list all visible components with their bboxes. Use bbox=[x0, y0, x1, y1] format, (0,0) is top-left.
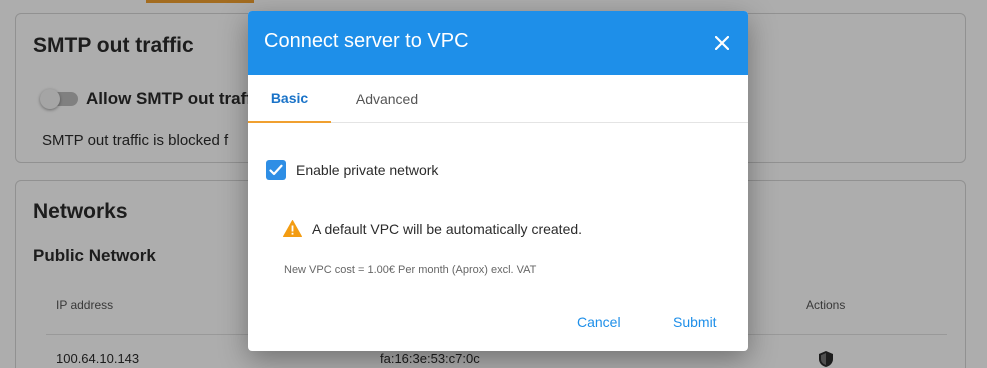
vpc-warning: A default VPC will be automatically crea… bbox=[283, 220, 582, 237]
warning-icon bbox=[283, 220, 302, 237]
private-network-checkbox[interactable] bbox=[266, 160, 286, 180]
tab-basic[interactable]: Basic bbox=[248, 75, 331, 123]
private-network-label[interactable]: Enable private network bbox=[296, 162, 438, 178]
submit-button[interactable]: Submit bbox=[673, 314, 717, 330]
private-network-option: Enable private network bbox=[266, 160, 438, 180]
vpc-cost-note: New VPC cost = 1.00€ Per month (Aprox) e… bbox=[284, 264, 537, 276]
check-icon bbox=[269, 164, 283, 176]
close-icon bbox=[715, 36, 729, 50]
dialog-header: Connect server to VPC bbox=[248, 11, 748, 75]
dialog-tabs: Basic Advanced bbox=[248, 75, 748, 123]
tab-advanced[interactable]: Advanced bbox=[339, 75, 435, 123]
cancel-button[interactable]: Cancel bbox=[577, 314, 621, 330]
close-button[interactable] bbox=[710, 31, 734, 55]
connect-vpc-dialog: Connect server to VPC Basic Advanced Ena… bbox=[248, 11, 748, 351]
warning-text: A default VPC will be automatically crea… bbox=[312, 220, 583, 237]
dialog-title: Connect server to VPC bbox=[264, 30, 469, 52]
